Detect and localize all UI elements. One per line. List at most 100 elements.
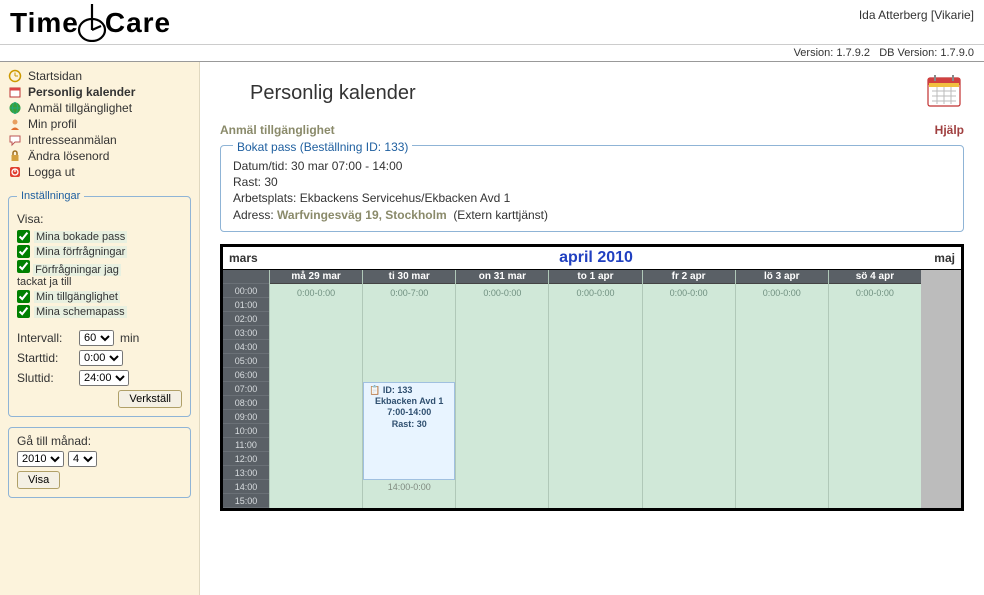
nav-item-label: Intresseanmälan bbox=[28, 133, 117, 147]
day-column[interactable]: on 31 mar0:00-0:00 bbox=[455, 270, 548, 508]
filter-checkbox[interactable] bbox=[17, 290, 30, 303]
nav-menu: StartsidanPersonlig kalenderAnmäl tillgä… bbox=[8, 68, 191, 180]
hour-label: 10:00 bbox=[223, 424, 269, 438]
day-body[interactable]: 0:00-0:00 bbox=[829, 284, 921, 494]
day-column[interactable]: ti 30 mar 0:00-7:00 📋 ID: 133Ekbacken Avd … bbox=[362, 270, 455, 508]
version-bar: Version: 1.7.9.2 DB Version: 1.7.9.0 bbox=[0, 45, 984, 62]
calendar-icon bbox=[8, 85, 22, 99]
availability-range: 0:00-0:00 bbox=[270, 288, 362, 298]
day-header: to 1 apr bbox=[549, 270, 641, 284]
hour-label: 04:00 bbox=[223, 340, 269, 354]
calendar-icon bbox=[924, 70, 964, 110]
brand-right: Care bbox=[105, 7, 171, 39]
day-header: ti 30 mar bbox=[363, 270, 455, 284]
goto-show-button[interactable]: Visa bbox=[17, 471, 60, 489]
help-link[interactable]: Hjälp bbox=[935, 123, 964, 137]
day-column[interactable]: sö 4 apr0:00-0:00 bbox=[828, 270, 921, 508]
filter-label: Mina förfrågningar bbox=[34, 246, 127, 258]
clock-icon bbox=[77, 4, 107, 42]
day-column[interactable]: fr 2 apr0:00-0:00 bbox=[642, 270, 735, 508]
hour-label: 00:00 bbox=[223, 284, 269, 298]
page-title: Personlig kalender bbox=[250, 82, 416, 105]
main: StartsidanPersonlig kalenderAnmäl tillgä… bbox=[0, 62, 984, 595]
nav-item-label: Personlig kalender bbox=[28, 85, 135, 99]
filter-checkbox-row[interactable]: Mina bokade pass bbox=[17, 230, 182, 243]
day-body[interactable]: 0:00-0:00 bbox=[643, 284, 735, 494]
goto-year-select[interactable]: 2010 bbox=[17, 451, 64, 467]
filter-checkbox[interactable] bbox=[17, 260, 30, 273]
booked-title: Bokat pass (Beställning ID: 133) bbox=[233, 140, 412, 154]
day-body[interactable]: 0:00-0:00 bbox=[270, 284, 362, 494]
starttime-label: Starttid: bbox=[17, 351, 73, 365]
day-column[interactable]: to 1 apr0:00-0:00 bbox=[548, 270, 641, 508]
next-month-link[interactable]: maj bbox=[934, 251, 955, 265]
brand-logo: Time Care bbox=[10, 4, 171, 42]
nav-item-label: Min profil bbox=[28, 117, 77, 131]
endtime-select[interactable]: 24:00 bbox=[79, 370, 129, 386]
availability-range: 0:00-7:00 bbox=[363, 288, 455, 298]
nav-item-logga-ut[interactable]: Logga ut bbox=[8, 164, 191, 180]
filter-checkbox-row[interactable]: Min tillgänglighet bbox=[17, 290, 182, 303]
day-body[interactable]: 0:00-0:00 bbox=[549, 284, 641, 494]
day-header: lö 3 apr bbox=[736, 270, 828, 284]
filter-checkbox[interactable] bbox=[17, 245, 30, 258]
nav-item-anmäl-tillgänglighet[interactable]: Anmäl tillgänglighet bbox=[8, 100, 191, 116]
interval-unit: min bbox=[120, 331, 139, 345]
subtitle[interactable]: Anmäl tillgänglighet bbox=[220, 123, 335, 137]
day-header: sö 4 apr bbox=[829, 270, 921, 284]
endtime-label: Sluttid: bbox=[17, 371, 73, 385]
day-column[interactable]: lö 3 apr 0:00-0:00 bbox=[735, 270, 828, 508]
content: Personlig kalender Anmäl tillgänglighet … bbox=[200, 62, 984, 595]
power-icon bbox=[8, 165, 22, 179]
prev-month-link[interactable]: mars bbox=[229, 251, 258, 265]
nav-item-intresseanmälan[interactable]: Intresseanmälan bbox=[8, 132, 191, 148]
days-row: må 29 mar0:00-0:00ti 30 mar 0:00-7:00 📋 ID… bbox=[269, 270, 921, 508]
filter-checkbox-row[interactable]: Mina schemapass bbox=[17, 305, 182, 318]
goto-month-select[interactable]: 4 bbox=[68, 451, 97, 467]
person-icon bbox=[8, 117, 22, 131]
settings-panel: Inställningar Visa: Mina bokade pass Min… bbox=[8, 190, 191, 417]
lock-icon bbox=[8, 149, 22, 163]
day-column[interactable]: må 29 mar0:00-0:00 bbox=[269, 270, 362, 508]
brand-left: Time bbox=[10, 7, 79, 39]
nav-item-startsidan[interactable]: Startsidan bbox=[8, 68, 191, 84]
current-month: april 2010 bbox=[559, 249, 633, 267]
filter-checkbox[interactable] bbox=[17, 305, 30, 318]
header: Time Care Ida Atterberg [Vikarie] bbox=[0, 0, 984, 45]
hour-label: 01:00 bbox=[223, 298, 269, 312]
hour-label: 05:00 bbox=[223, 354, 269, 368]
day-body[interactable]: 0:00-0:00 bbox=[736, 284, 828, 494]
day-body[interactable]: 0:00-7:00 📋 ID: 133Ekbacken Avd 17:00-14:… bbox=[363, 284, 455, 494]
filter-checkbox[interactable] bbox=[17, 230, 30, 243]
goto-panel: Gå till månad: 2010 4 Visa bbox=[8, 427, 191, 498]
nav-item-label: Ändra lösenord bbox=[28, 149, 109, 163]
availability-range: 0:00-0:00 bbox=[736, 288, 828, 298]
nav-item-ändra-lösenord[interactable]: Ändra lösenord bbox=[8, 148, 191, 164]
user-info: Ida Atterberg [Vikarie] bbox=[859, 8, 974, 22]
show-label: Visa: bbox=[17, 212, 182, 226]
booked-pass-block[interactable]: 📋 ID: 133Ekbacken Avd 17:00-14:00Rast: 3… bbox=[363, 382, 455, 480]
goto-label: Gå till månad: bbox=[17, 434, 182, 448]
filter-checkbox-row[interactable]: Mina förfrågningar bbox=[17, 245, 182, 258]
day-body[interactable]: 0:00-0:00 bbox=[456, 284, 548, 494]
hour-label: 06:00 bbox=[223, 368, 269, 382]
address-link[interactable]: Warfvingesväg 19, Stockholm bbox=[277, 208, 447, 222]
filter-label: Mina schemapass bbox=[34, 306, 127, 318]
filter-label: Min tillgänglighet bbox=[34, 291, 120, 303]
availability-range: 14:00-0:00 bbox=[363, 482, 455, 492]
hour-label: 02:00 bbox=[223, 312, 269, 326]
interval-select[interactable]: 60 bbox=[79, 330, 114, 346]
availability-range: 0:00-0:00 bbox=[456, 288, 548, 298]
nav-item-personlig-kalender[interactable]: Personlig kalender bbox=[8, 84, 191, 100]
apply-button[interactable]: Verkställ bbox=[118, 390, 182, 408]
starttime-select[interactable]: 0:00 bbox=[79, 350, 123, 366]
calendar-scrollgap bbox=[921, 270, 961, 508]
booked-pass-box: Bokat pass (Beställning ID: 133) Datum/t… bbox=[220, 145, 964, 232]
nav-item-min-profil[interactable]: Min profil bbox=[8, 116, 191, 132]
hour-label: 13:00 bbox=[223, 466, 269, 480]
hour-label: 08:00 bbox=[223, 396, 269, 410]
hour-label: 15:00 bbox=[223, 494, 269, 508]
filter-checkbox-row[interactable]: Förfrågningar jagtackat ja till bbox=[17, 260, 182, 288]
hour-label: 09:00 bbox=[223, 410, 269, 424]
hour-label: 03:00 bbox=[223, 326, 269, 340]
